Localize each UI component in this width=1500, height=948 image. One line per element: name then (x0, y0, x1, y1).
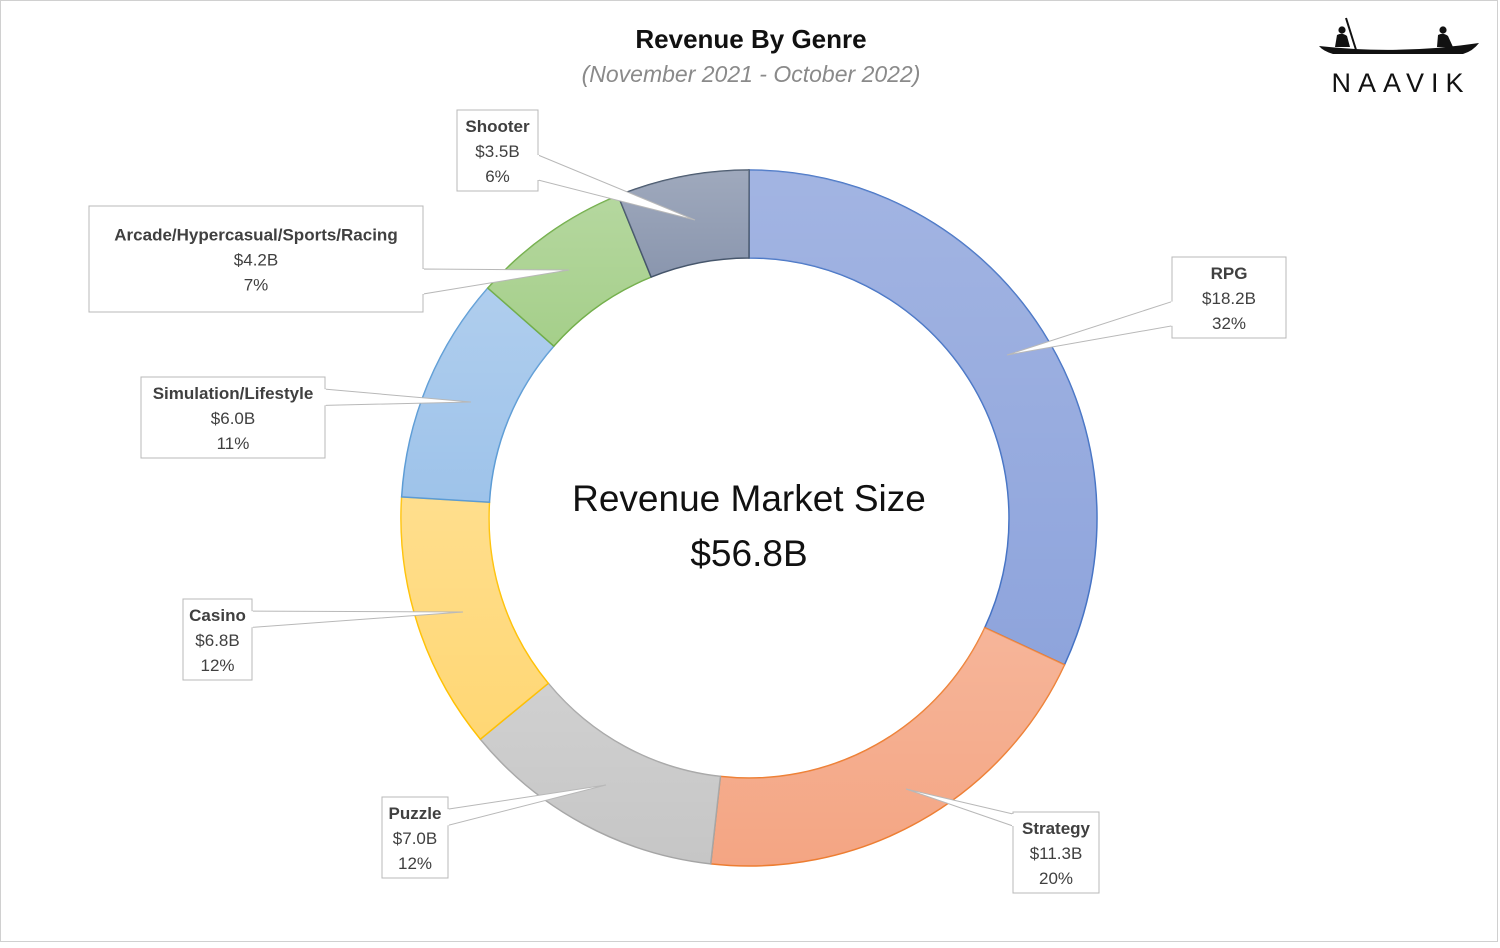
slice-shade-rpg (749, 170, 1097, 665)
naavik-logo: NAAVIK (1319, 17, 1479, 98)
label-percent-label-arcade-hypercasual-sports-racing: 7% (244, 276, 269, 295)
logo-wordmark: NAAVIK (1331, 68, 1470, 98)
data-label-simulation-lifestyle: Simulation/Lifestyle $6.0B 11% (140, 376, 326, 459)
data-label-puzzle: Puzzle $7.0B 12% (381, 796, 449, 879)
donut-chart: Revenue By Genre (November 2021 - Octobe… (88, 17, 1479, 894)
label-value-label-arcade-hypercasual-sports-racing: $4.2B (234, 251, 278, 270)
label-name-simulation-lifestyle: Simulation/Lifestyle (153, 384, 314, 403)
label-percent-label-strategy: 20% (1039, 869, 1073, 888)
label-name-arcade-hypercasual-sports-racing: Arcade/Hypercasual/Sports/Racing (114, 226, 397, 245)
label-percent-label-puzzle: 12% (398, 854, 432, 873)
data-label-arcade-hypercasual-sports-racing: Arcade/Hypercasual/Sports/Racing $4.2B 7% (88, 205, 424, 313)
data-label-strategy: Strategy $11.3B 20% (1012, 811, 1100, 894)
chart-title: Revenue By Genre (635, 24, 866, 54)
label-value-label-strategy: $11.3B (1030, 844, 1083, 863)
label-name-shooter: Shooter (465, 117, 530, 136)
label-value-label-simulation-lifestyle: $6.0B (211, 409, 255, 428)
label-name-puzzle: Puzzle (389, 804, 442, 823)
chart-frame: Revenue By Genre (November 2021 - Octobe… (0, 0, 1498, 942)
label-percent-label-shooter: 6% (485, 167, 510, 186)
label-percent-label-rpg: 32% (1212, 314, 1246, 333)
chart-subtitle: (November 2021 - October 2022) (582, 61, 921, 87)
label-value-label-puzzle: $7.0B (393, 829, 437, 848)
label-name-rpg: RPG (1211, 264, 1248, 283)
label-percent-label-casino: 12% (200, 656, 234, 675)
boat-icon (1319, 17, 1479, 54)
label-value-label-casino: $6.8B (195, 631, 239, 650)
label-percent-label-simulation-lifestyle: 11% (217, 434, 250, 453)
center-label: Revenue Market Size (572, 478, 926, 519)
data-label-rpg: RPG $18.2B 32% (1171, 256, 1287, 339)
label-value-label-rpg: $18.2B (1202, 289, 1256, 308)
data-label-shooter: Shooter $3.5B 6% (456, 109, 539, 192)
data-label-casino: Casino $6.8B 12% (182, 598, 253, 681)
center-value: $56.8B (690, 533, 807, 574)
label-name-strategy: Strategy (1022, 819, 1091, 838)
label-value-label-shooter: $3.5B (475, 142, 519, 161)
label-name-casino: Casino (189, 606, 246, 625)
